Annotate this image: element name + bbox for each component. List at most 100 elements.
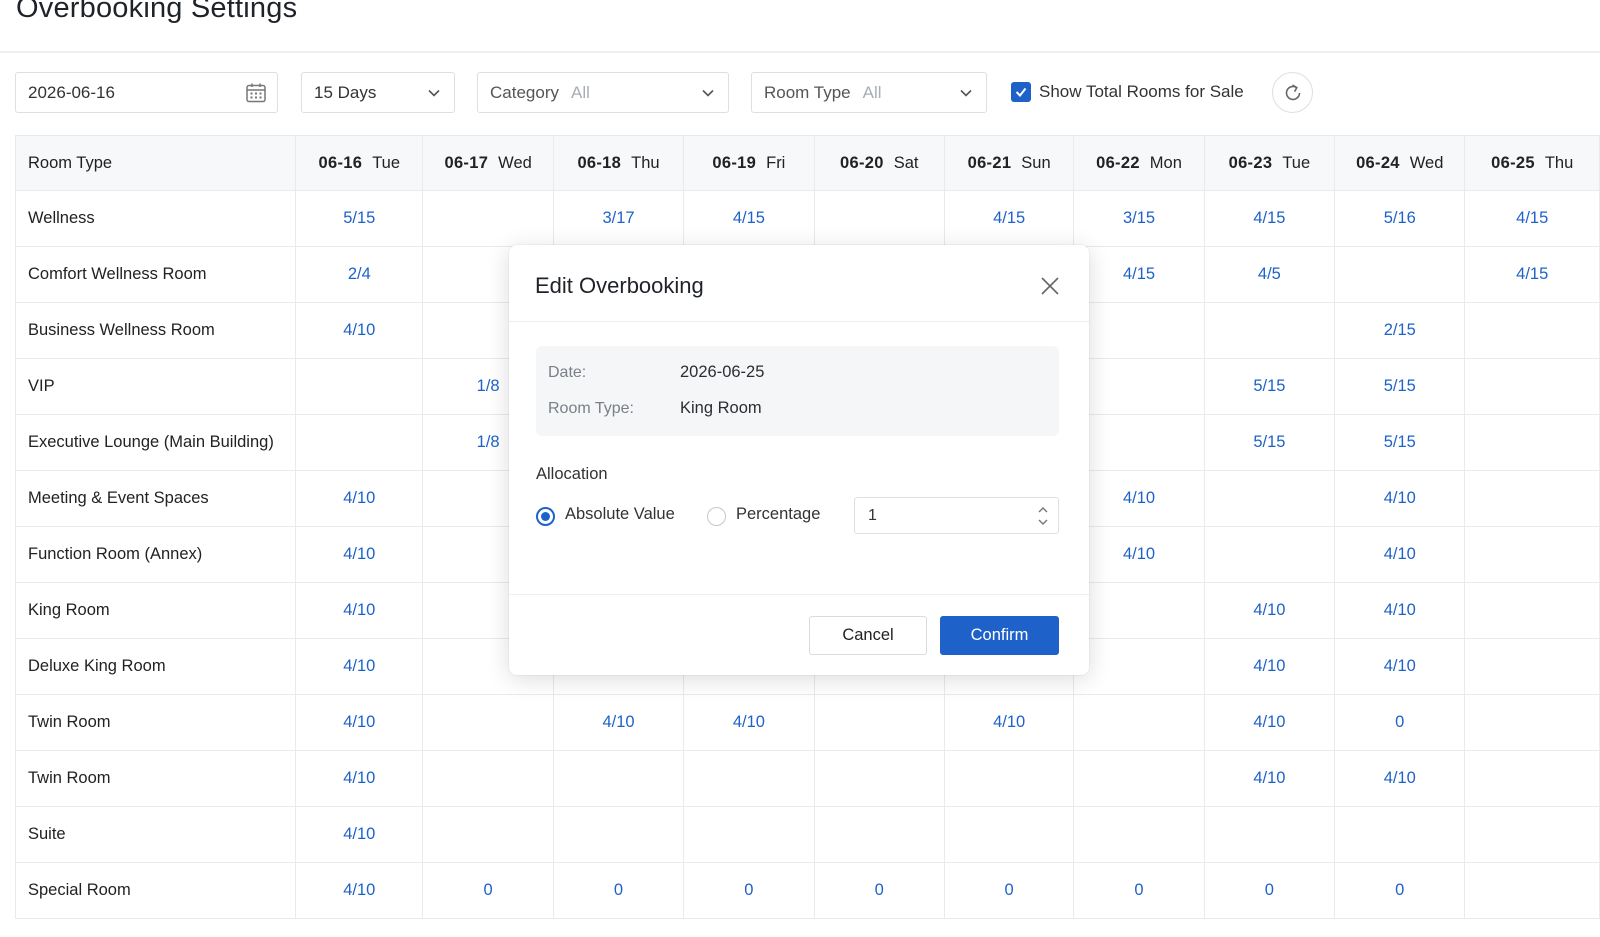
- overbooking-cell[interactable]: 4/10: [1203, 638, 1336, 695]
- overbooking-cell[interactable]: [943, 806, 1075, 863]
- overbooking-cell[interactable]: [295, 358, 424, 415]
- date-picker[interactable]: 2026-06-16: [15, 72, 278, 113]
- overbooking-cell[interactable]: [1464, 302, 1600, 359]
- overbooking-cell[interactable]: 4/10: [1334, 470, 1466, 527]
- overbooking-cell[interactable]: 4/10: [295, 470, 424, 527]
- overbooking-cell[interactable]: [1464, 470, 1600, 527]
- overbooking-cell[interactable]: [1203, 526, 1336, 583]
- overbooking-cell[interactable]: 4/5: [1203, 246, 1336, 303]
- overbooking-cell[interactable]: [1073, 414, 1205, 471]
- overbooking-cell[interactable]: 5/15: [1203, 414, 1336, 471]
- overbooking-cell[interactable]: [1464, 862, 1600, 919]
- show-total-checkbox[interactable]: [1011, 82, 1031, 102]
- overbooking-cell[interactable]: 4/10: [1334, 750, 1466, 807]
- overbooking-cell[interactable]: 4/15: [1464, 190, 1600, 247]
- overbooking-cell[interactable]: 5/15: [295, 190, 424, 247]
- overbooking-cell[interactable]: [552, 806, 685, 863]
- overbooking-cell[interactable]: [1073, 750, 1205, 807]
- overbooking-cell[interactable]: [1464, 694, 1600, 751]
- overbooking-cell[interactable]: [1203, 470, 1336, 527]
- overbooking-cell[interactable]: 4/10: [1334, 638, 1466, 695]
- overbooking-cell[interactable]: [813, 694, 945, 751]
- overbooking-cell[interactable]: 0: [683, 862, 815, 919]
- overbooking-cell[interactable]: 0: [1073, 862, 1205, 919]
- overbooking-cell[interactable]: [552, 750, 685, 807]
- overbooking-cell[interactable]: [1464, 358, 1600, 415]
- overbooking-cell[interactable]: 3/17: [552, 190, 685, 247]
- overbooking-cell[interactable]: 0: [1203, 862, 1336, 919]
- overbooking-cell[interactable]: 0: [422, 862, 554, 919]
- overbooking-cell[interactable]: [683, 806, 815, 863]
- overbooking-cell[interactable]: [683, 750, 815, 807]
- overbooking-cell[interactable]: 0: [1334, 862, 1466, 919]
- overbooking-cell[interactable]: 4/10: [295, 750, 424, 807]
- overbooking-cell[interactable]: [422, 750, 554, 807]
- overbooking-cell[interactable]: 5/16: [1334, 190, 1466, 247]
- overbooking-cell[interactable]: [422, 806, 554, 863]
- confirm-button[interactable]: Confirm: [940, 616, 1059, 655]
- absolute-value-label[interactable]: Absolute Value: [565, 505, 675, 524]
- overbooking-cell[interactable]: [1464, 638, 1600, 695]
- show-total-label[interactable]: Show Total Rooms for Sale: [1039, 82, 1244, 102]
- overbooking-cell[interactable]: 4/10: [295, 806, 424, 863]
- overbooking-cell[interactable]: 4/15: [943, 190, 1075, 247]
- overbooking-cell[interactable]: [422, 694, 554, 751]
- overbooking-cell[interactable]: 4/10: [295, 694, 424, 751]
- category-select[interactable]: Category All: [477, 72, 729, 113]
- overbooking-cell[interactable]: [1203, 806, 1336, 863]
- overbooking-cell[interactable]: [813, 750, 945, 807]
- overbooking-cell[interactable]: [943, 750, 1075, 807]
- overbooking-cell[interactable]: [1073, 582, 1205, 639]
- overbooking-cell[interactable]: [1464, 526, 1600, 583]
- overbooking-cell[interactable]: 0: [943, 862, 1075, 919]
- overbooking-cell[interactable]: [813, 190, 945, 247]
- overbooking-cell[interactable]: 0: [813, 862, 945, 919]
- overbooking-cell[interactable]: 4/10: [1203, 750, 1336, 807]
- overbooking-cell[interactable]: [1073, 806, 1205, 863]
- overbooking-cell[interactable]: 0: [552, 862, 685, 919]
- overbooking-cell[interactable]: 4/10: [1334, 582, 1466, 639]
- overbooking-cell[interactable]: [1464, 750, 1600, 807]
- days-select[interactable]: 15 Days: [301, 72, 455, 113]
- overbooking-cell[interactable]: 4/15: [683, 190, 815, 247]
- overbooking-cell[interactable]: [1073, 638, 1205, 695]
- allocation-value-stepper[interactable]: 1: [854, 497, 1059, 534]
- overbooking-cell[interactable]: 4/10: [295, 582, 424, 639]
- overbooking-cell[interactable]: 4/10: [1073, 470, 1205, 527]
- overbooking-cell[interactable]: [1073, 358, 1205, 415]
- overbooking-cell[interactable]: [1464, 806, 1600, 863]
- refresh-button[interactable]: [1272, 72, 1313, 113]
- overbooking-cell[interactable]: [1073, 694, 1205, 751]
- overbooking-cell[interactable]: 4/10: [683, 694, 815, 751]
- overbooking-cell[interactable]: 4/15: [1464, 246, 1600, 303]
- percentage-label[interactable]: Percentage: [736, 505, 820, 524]
- overbooking-cell[interactable]: 4/10: [943, 694, 1075, 751]
- overbooking-cell[interactable]: 4/10: [295, 862, 424, 919]
- calendar-icon[interactable]: [245, 82, 267, 104]
- up-down-arrows-icon[interactable]: [1036, 503, 1050, 529]
- overbooking-cell[interactable]: 4/10: [1073, 526, 1205, 583]
- overbooking-cell[interactable]: 5/15: [1203, 358, 1336, 415]
- overbooking-cell[interactable]: 4/10: [295, 302, 424, 359]
- overbooking-cell[interactable]: [1203, 302, 1336, 359]
- overbooking-cell[interactable]: 4/10: [1203, 694, 1336, 751]
- overbooking-cell[interactable]: [813, 806, 945, 863]
- overbooking-cell[interactable]: 4/10: [295, 638, 424, 695]
- overbooking-cell[interactable]: 4/10: [552, 694, 685, 751]
- overbooking-cell[interactable]: [1464, 414, 1600, 471]
- overbooking-cell[interactable]: 4/10: [295, 526, 424, 583]
- overbooking-cell[interactable]: [1464, 582, 1600, 639]
- overbooking-cell[interactable]: [1073, 302, 1205, 359]
- overbooking-cell[interactable]: 4/15: [1073, 246, 1205, 303]
- overbooking-cell[interactable]: 2/4: [295, 246, 424, 303]
- overbooking-cell[interactable]: [295, 414, 424, 471]
- overbooking-cell[interactable]: 4/10: [1334, 526, 1466, 583]
- overbooking-cell[interactable]: 0: [1334, 694, 1466, 751]
- overbooking-cell[interactable]: [422, 190, 554, 247]
- percentage-radio[interactable]: [707, 507, 726, 526]
- overbooking-cell[interactable]: 4/10: [1203, 582, 1336, 639]
- absolute-value-radio[interactable]: [536, 507, 555, 526]
- overbooking-cell[interactable]: 4/15: [1203, 190, 1336, 247]
- overbooking-cell[interactable]: 5/15: [1334, 414, 1466, 471]
- overbooking-cell[interactable]: 3/15: [1073, 190, 1205, 247]
